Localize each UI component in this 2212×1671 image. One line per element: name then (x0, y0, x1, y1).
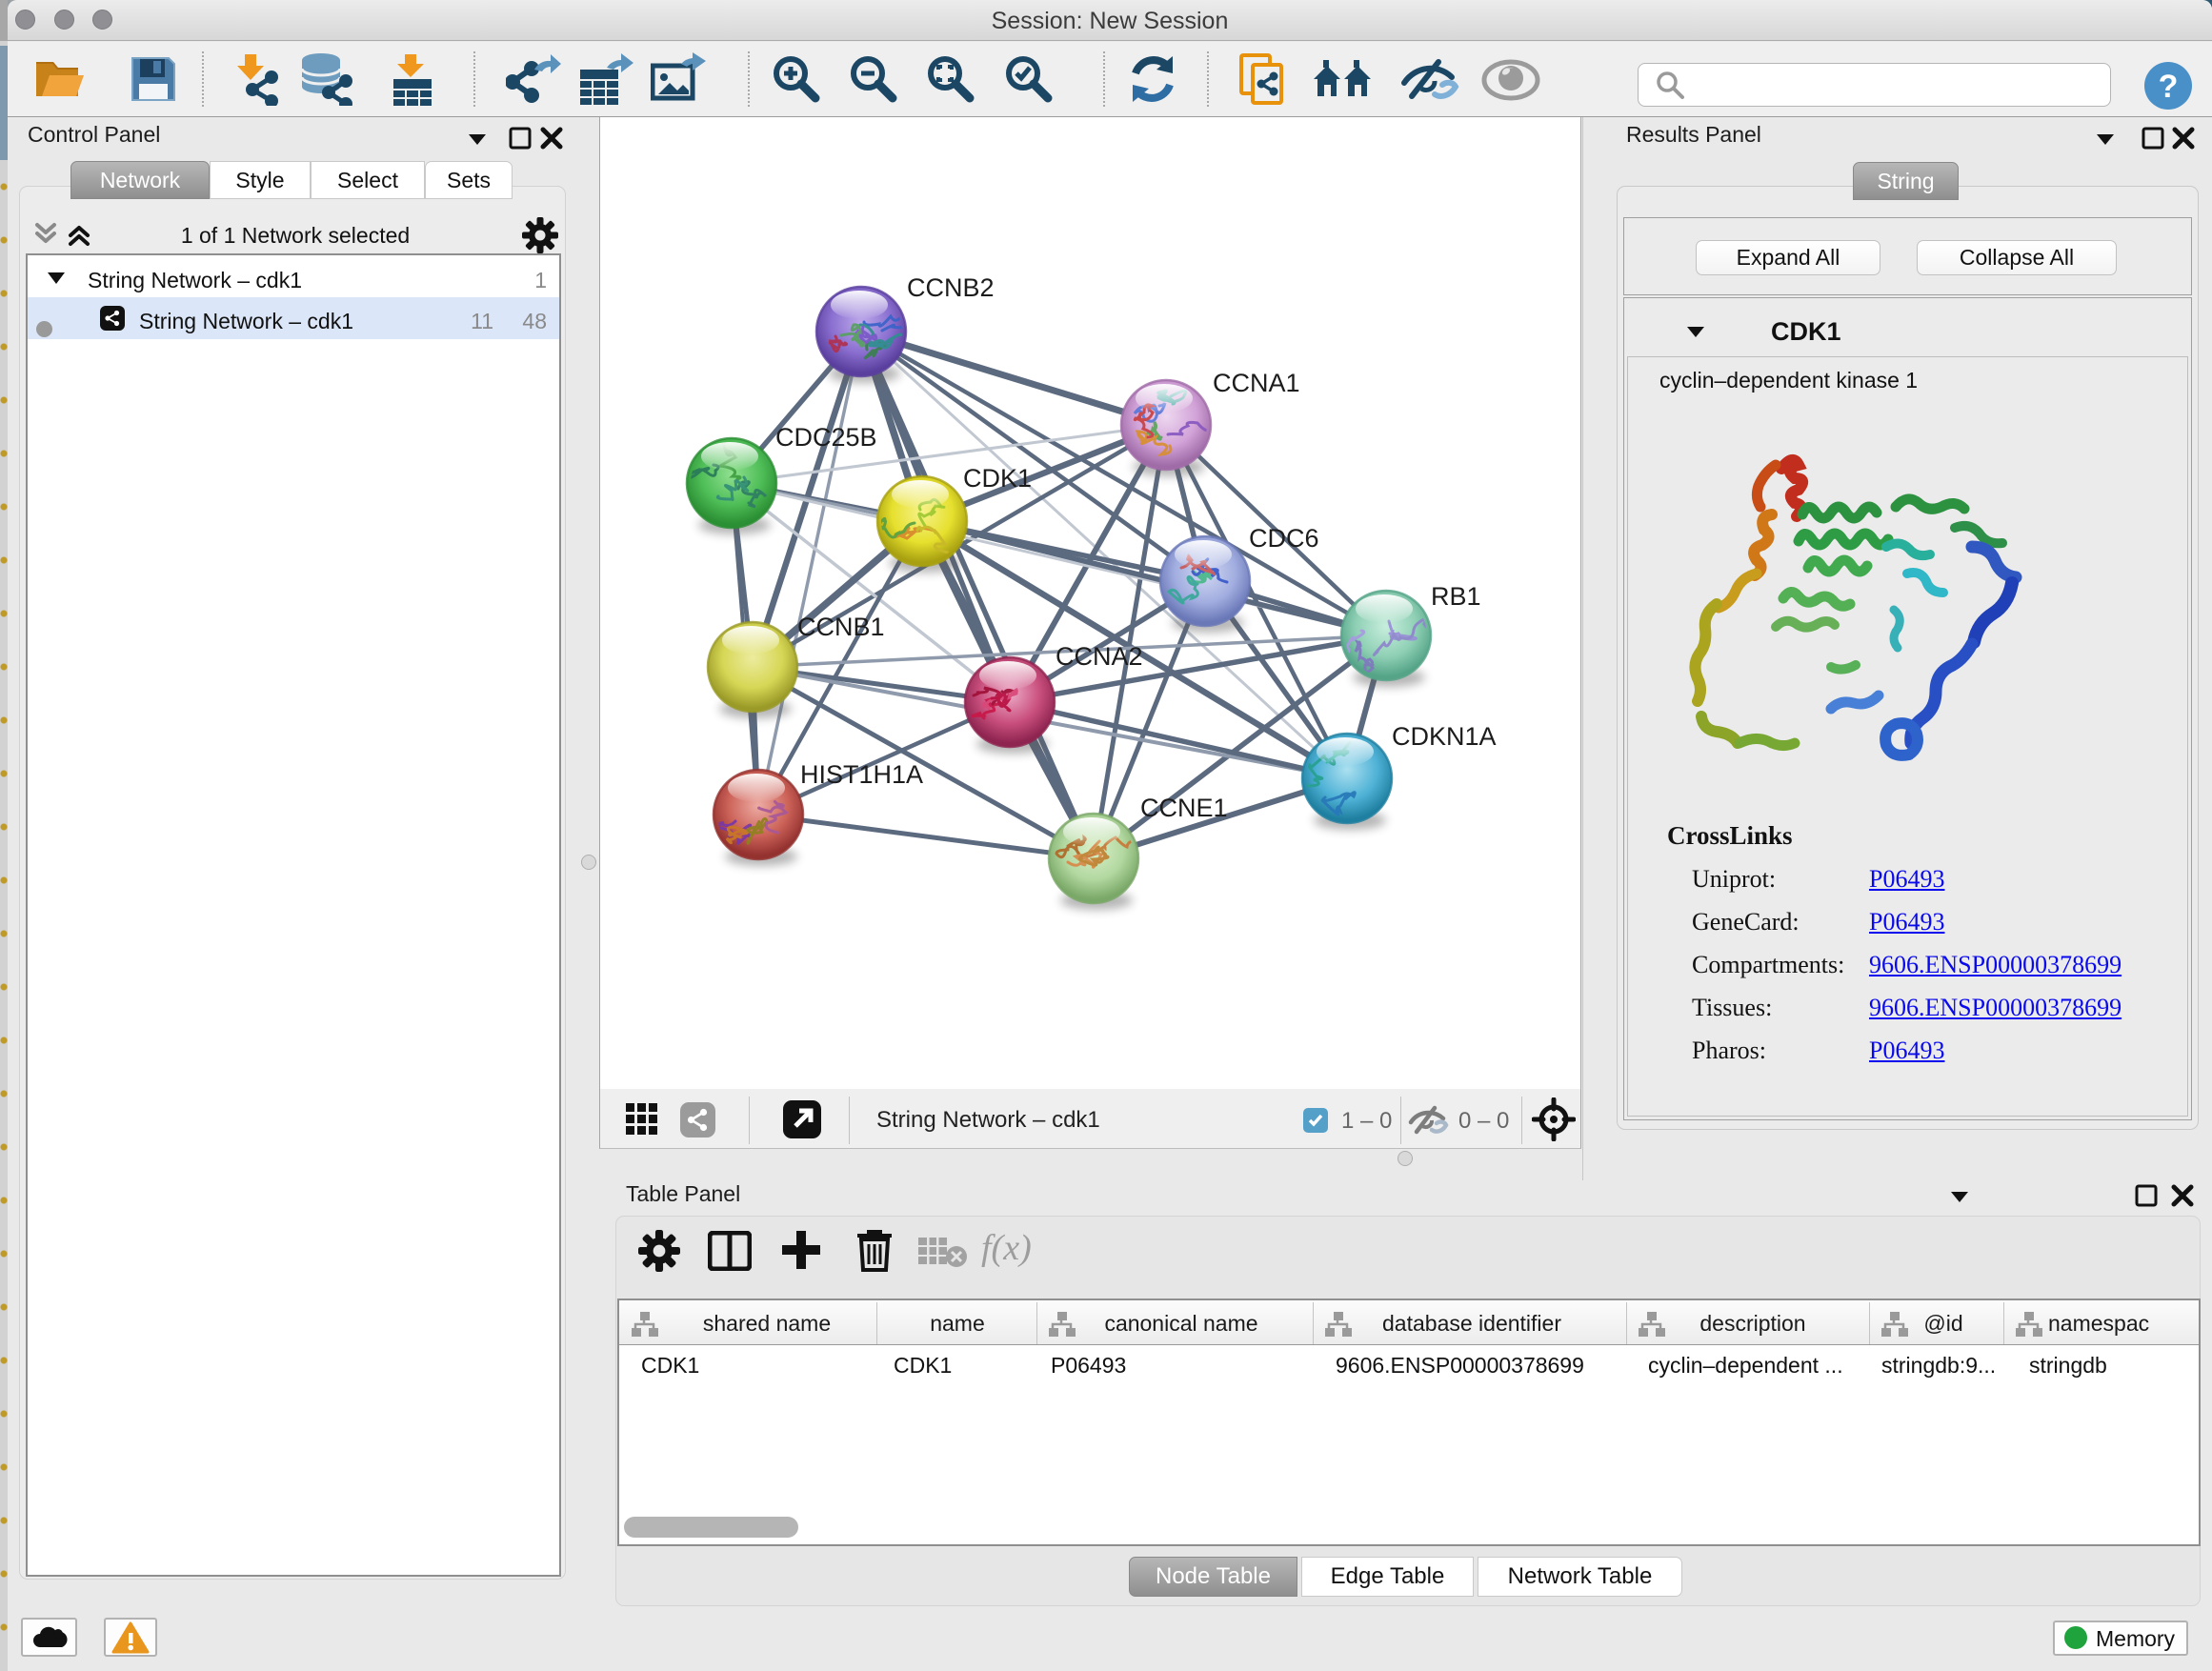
svg-text:CCNB1: CCNB1 (797, 613, 885, 641)
svg-text:CDK1: CDK1 (963, 464, 1032, 493)
svg-text:CDC25B: CDC25B (775, 423, 877, 452)
svg-text:CDC6: CDC6 (1249, 524, 1319, 553)
svg-text:?: ? (2159, 69, 2179, 105)
svg-text:HIST1H1A: HIST1H1A (800, 760, 923, 789)
svg-text:CCNA2: CCNA2 (1056, 642, 1143, 671)
svg-text:RB1: RB1 (1431, 582, 1481, 611)
svg-text:CCNB2: CCNB2 (907, 273, 995, 302)
svg-text:CCNE1: CCNE1 (1140, 794, 1228, 822)
svg-text:CDKN1A: CDKN1A (1392, 722, 1497, 751)
svg-text:CCNA1: CCNA1 (1213, 369, 1300, 397)
